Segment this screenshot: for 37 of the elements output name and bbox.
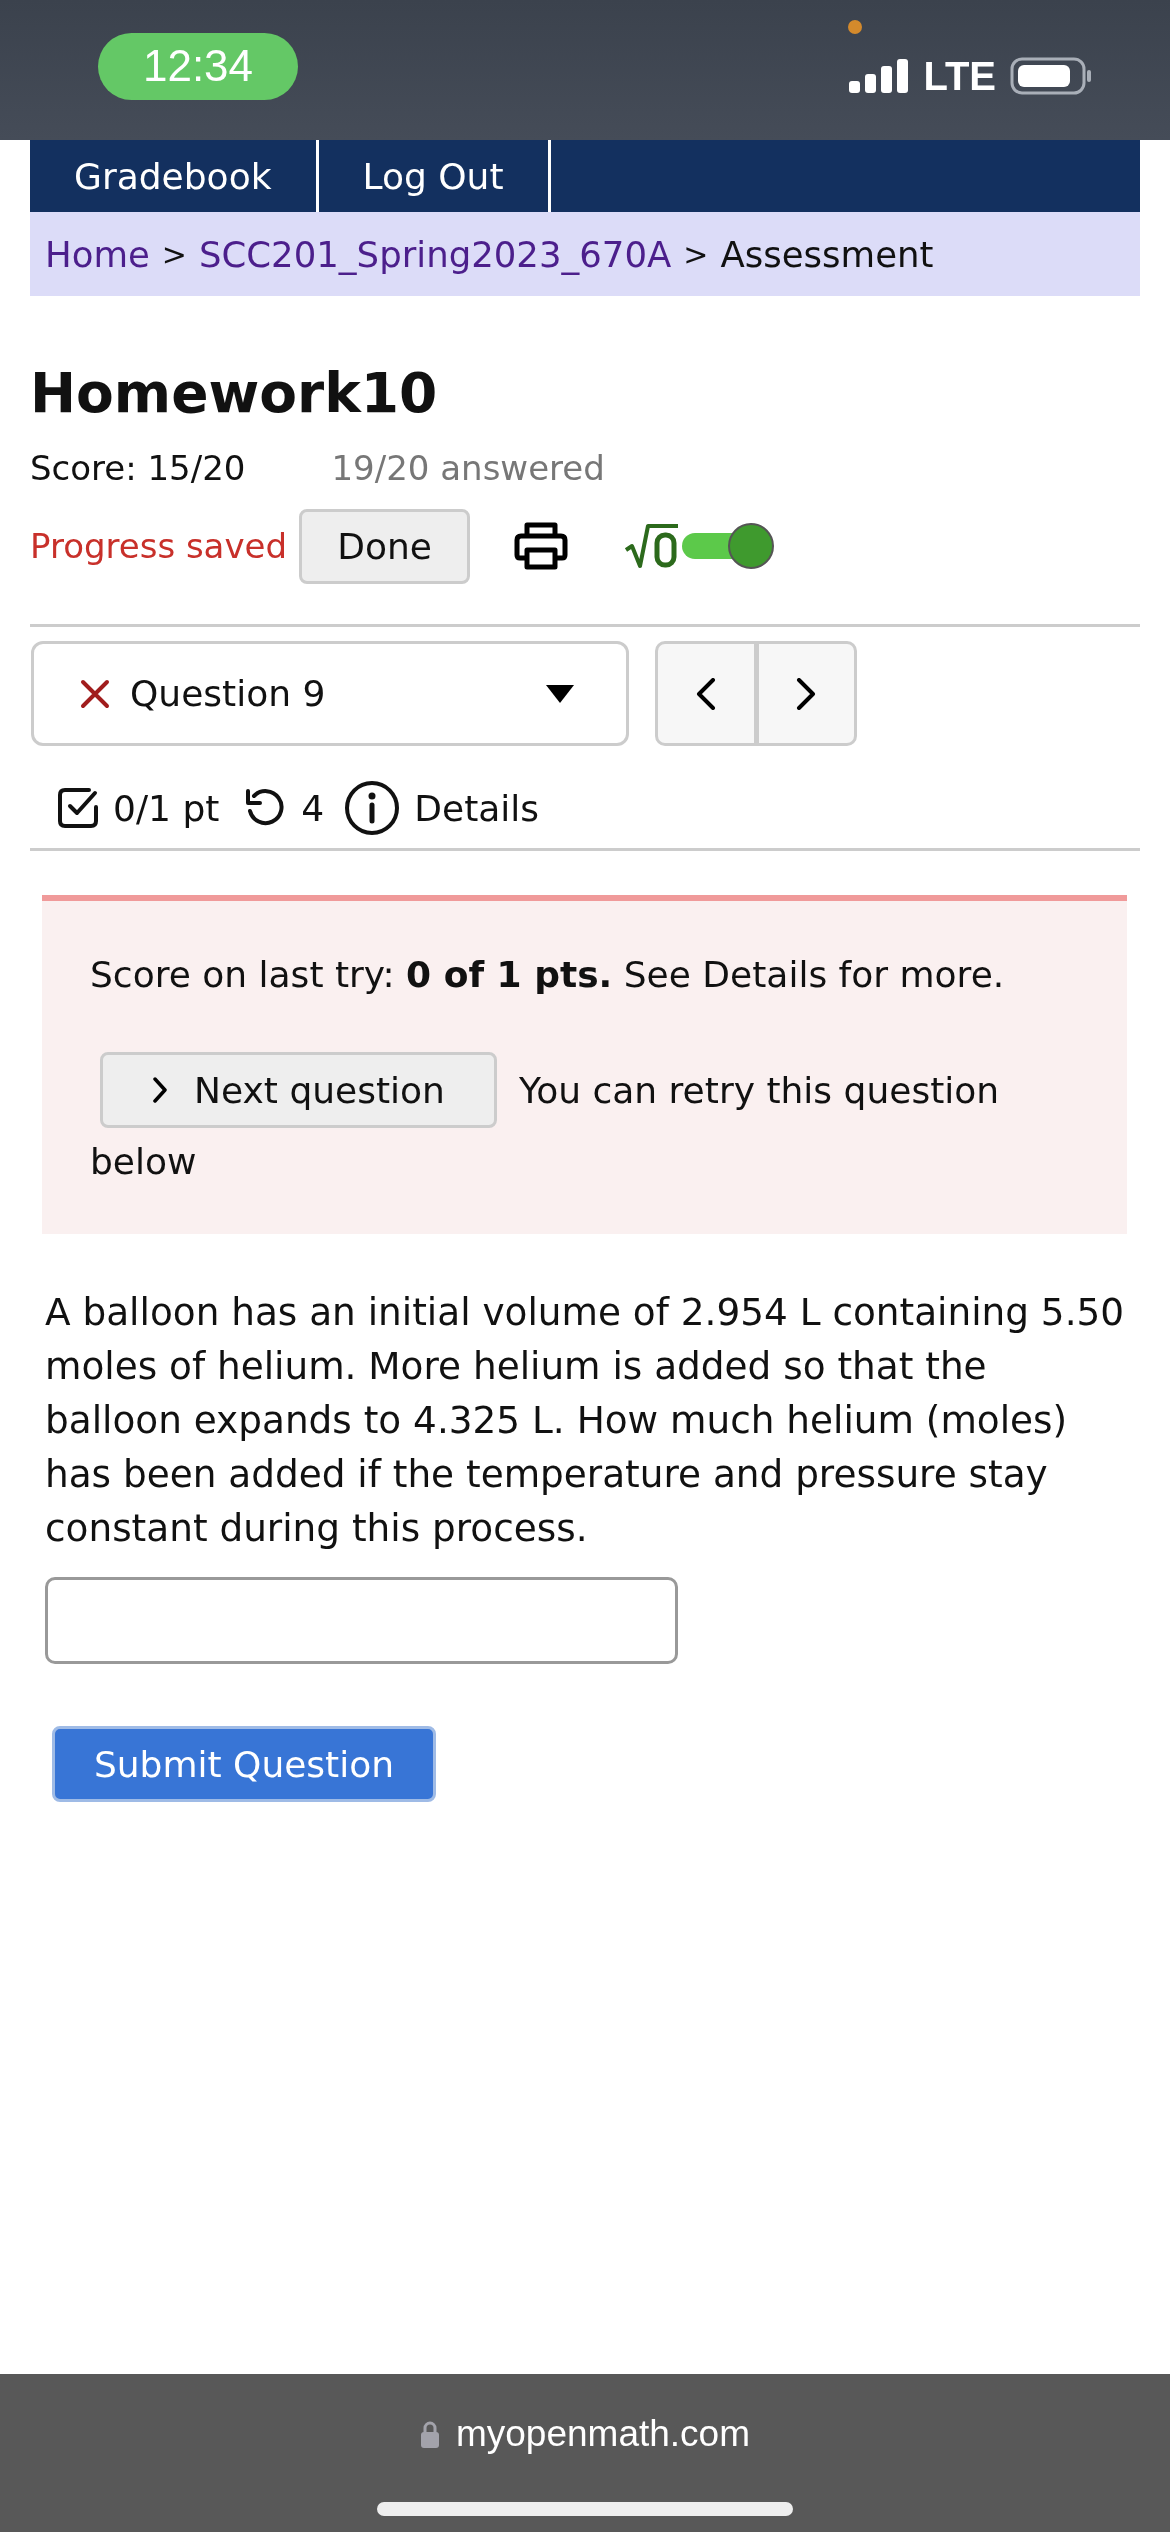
retry-message: You can retry this question — [519, 1069, 1000, 1111]
indicator-dot-icon — [848, 20, 862, 34]
points-text: 0/1 pt — [113, 787, 220, 829]
breadcrumb-link[interactable]: SCC201_Spring2023_670A — [199, 233, 672, 275]
url-text[interactable]: myopenmath.com — [455, 2413, 751, 2455]
breadcrumb-separator: > — [161, 236, 187, 272]
checked-box-icon — [57, 787, 99, 829]
caret-down-icon — [546, 684, 574, 703]
chevron-right-icon — [152, 1077, 169, 1103]
score-message: Score on last try: 0 of 1 pts. See Details for more. — [90, 953, 1006, 997]
square-root-icon — [624, 522, 681, 570]
details-button[interactable]: Details — [344, 780, 540, 836]
battery-icon — [1010, 57, 1092, 95]
retry-message: below — [90, 1141, 197, 1182]
math-toggle[interactable] — [682, 523, 775, 569]
submit-button[interactable]: Submit Question — [52, 1726, 436, 1802]
score-text: Score: 15/20 — [30, 448, 246, 488]
page-title: Homework10 — [30, 360, 439, 427]
breadcrumb-separator: > — [683, 236, 709, 272]
breadcrumb-link[interactable]: Home — [45, 233, 150, 275]
status-time: 12:34 — [98, 32, 298, 100]
printer-icon[interactable] — [514, 522, 569, 570]
breadcrumb-current: Assessment — [720, 233, 934, 275]
next-question-button[interactable]: Next question — [100, 1052, 497, 1128]
info-icon — [344, 780, 401, 836]
tries-count: 4 — [301, 787, 325, 829]
signal-icon — [849, 59, 910, 93]
chevron-right-icon — [796, 677, 817, 710]
lock-icon — [419, 2420, 440, 2448]
answered-count: 19/20 answered — [331, 448, 605, 488]
question-text: A balloon has an initial volume of 2.954 L containing 5.50 moles of helium. More helium is added so that the balloon expands to 4.325 L. How much helium (moles) has been added if the temperature and pressure stay constant during this process. — [45, 1289, 1126, 1552]
done-button[interactable]: Done — [299, 508, 471, 584]
chevron-left-icon — [695, 677, 716, 710]
question-select[interactable]: Question 9 — [31, 641, 629, 746]
network-type: LTE — [923, 53, 996, 99]
answer-field[interactable] — [45, 1577, 678, 1664]
progress-status: Progress saved — [30, 526, 288, 566]
